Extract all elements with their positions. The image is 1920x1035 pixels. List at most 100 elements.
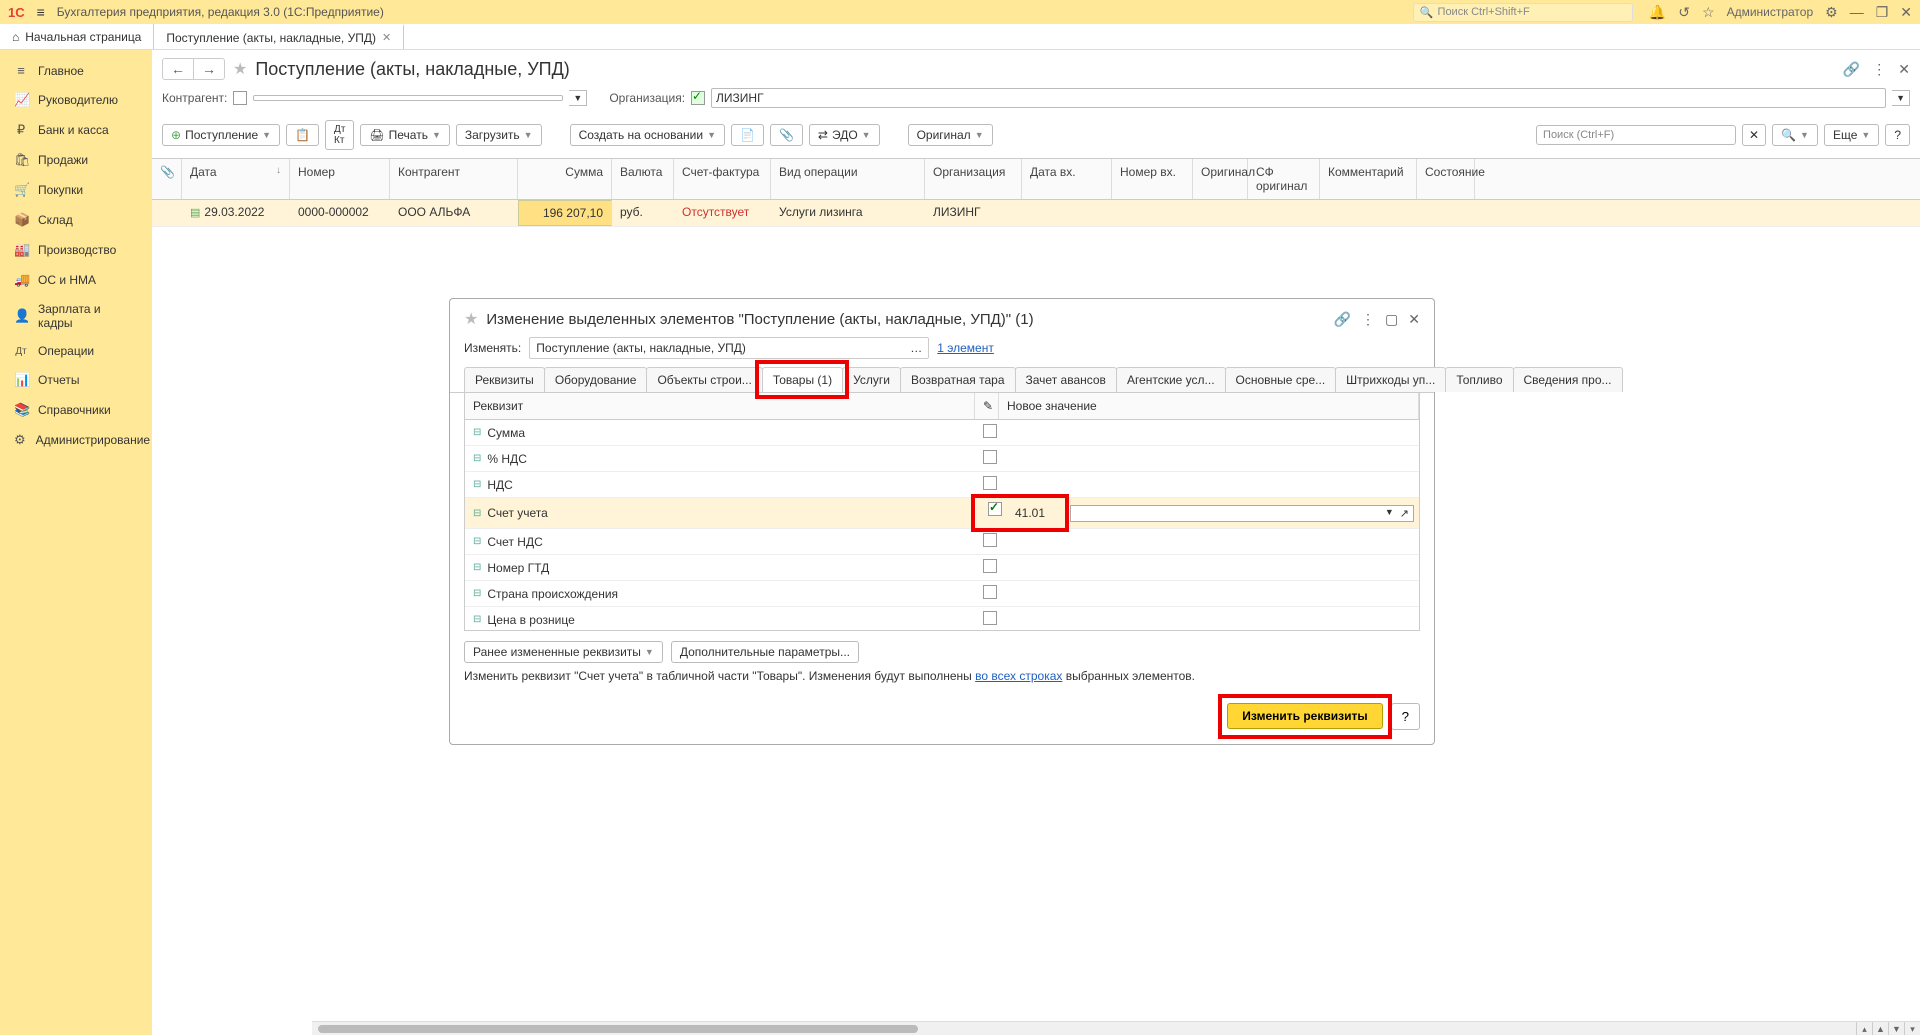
history-icon[interactable]: ↺ <box>1678 4 1690 21</box>
sidebar-item-reports[interactable]: 📊Отчеты <box>0 365 152 395</box>
link-icon[interactable]: 🔗 <box>1843 61 1860 78</box>
dialog-tab[interactable]: Оборудование <box>544 367 648 392</box>
form-close-icon[interactable]: ✕ <box>1898 61 1910 78</box>
sidebar-item-manager[interactable]: 📈Руководителю <box>0 85 152 115</box>
find-button[interactable]: 🔍▼ <box>1772 124 1818 146</box>
edo-button[interactable]: ⇄ЭДО▼ <box>809 124 880 146</box>
search-clear-button[interactable]: ✕ <box>1742 124 1766 146</box>
edit-checkbox[interactable] <box>983 585 997 599</box>
copy-button[interactable]: 📋 <box>286 124 319 146</box>
col-invoice[interactable]: Счет-фактура <box>674 159 771 199</box>
scroll-bottom-icon[interactable]: ▾ <box>1904 1022 1920 1035</box>
change-requisites-button[interactable]: Изменить реквизиты <box>1227 703 1382 729</box>
dialog-tab[interactable]: Товары (1) <box>762 367 843 392</box>
dialog-tab[interactable]: Объекты строи... <box>646 367 762 392</box>
scroll-thumb[interactable] <box>318 1025 918 1033</box>
open-icon[interactable]: ↗ <box>1400 507 1409 520</box>
minimize-icon[interactable]: — <box>1850 4 1864 20</box>
additional-params-button[interactable]: Дополнительные параметры... <box>671 641 859 663</box>
grid-row[interactable]: ▤29.03.2022 0000-000002 ООО АЛЬФА 196 20… <box>152 200 1920 227</box>
nav-forward-icon[interactable]: → <box>194 59 224 79</box>
attribute-row[interactable]: ⊟Счет учета41.01▼↗ <box>465 498 1419 529</box>
create-button[interactable]: ⊕Поступление▼ <box>162 124 280 146</box>
scroll-up-icon[interactable]: ▲ <box>1872 1022 1888 1035</box>
col-date[interactable]: Дата↓ <box>182 159 290 199</box>
edit-checkbox[interactable] <box>983 476 997 490</box>
tab-home[interactable]: ⌂ Начальная страница <box>0 24 154 49</box>
sidebar-item-catalogs[interactable]: 📚Справочники <box>0 395 152 425</box>
col-org[interactable]: Организация <box>925 159 1022 199</box>
edit-checkbox[interactable] <box>983 611 997 625</box>
edit-checkbox[interactable] <box>983 424 997 438</box>
col-new-value[interactable]: Новое значение <box>999 393 1419 419</box>
attribute-row[interactable]: ⊟Номер ГТД <box>465 555 1419 581</box>
dialog-tab[interactable]: Сведения про... <box>1513 367 1623 392</box>
filter-counter-input[interactable] <box>253 95 563 101</box>
createbase-button[interactable]: Создать на основании▼ <box>570 124 725 146</box>
filter-org-check[interactable] <box>691 91 705 105</box>
dialog-favorite-icon[interactable]: ★ <box>464 309 478 329</box>
attach-button[interactable]: 📎 <box>770 124 803 146</box>
ellipsis-icon[interactable]: … <box>910 341 922 355</box>
dialog-help-button[interactable]: ? <box>1391 703 1420 730</box>
star-icon[interactable]: ☆ <box>1702 4 1715 21</box>
dropdown-icon[interactable]: ▼ <box>1385 507 1394 520</box>
help-button[interactable]: ? <box>1885 124 1910 146</box>
dtkt-button[interactable]: ДтКт <box>325 120 354 150</box>
attribute-row[interactable]: ⊟Счет НДС <box>465 529 1419 555</box>
scroll-down-icon[interactable]: ▼ <box>1888 1022 1904 1035</box>
global-search-input[interactable]: 🔍 Поиск Ctrl+Shift+F <box>1413 3 1633 22</box>
dialog-tab[interactable]: Агентские усл... <box>1116 367 1226 392</box>
change-input[interactable]: Поступление (акты, накладные, УПД) … <box>529 337 929 359</box>
dialog-tab[interactable]: Услуги <box>842 367 901 392</box>
toolbar-search-input[interactable]: Поиск (Ctrl+F) <box>1536 125 1736 145</box>
col-attach-icon[interactable]: 📎 <box>152 159 182 199</box>
col-currency[interactable]: Валюта <box>612 159 674 199</box>
dialog-tab[interactable]: Зачет авансов <box>1015 367 1117 392</box>
elements-link[interactable]: 1 элемент <box>937 341 994 355</box>
horizontal-scrollbar[interactable]: ▴ ▲ ▼ ▾ <box>312 1021 1920 1035</box>
print-button[interactable]: 🖨Печать▼ <box>360 124 449 146</box>
sidebar-item-warehouse[interactable]: 📦Склад <box>0 205 152 235</box>
dialog-tab[interactable]: Основные сре... <box>1225 367 1337 392</box>
upload-button[interactable]: Загрузить▼ <box>456 124 542 146</box>
sidebar-item-sales[interactable]: 🛍Продажи <box>0 145 152 175</box>
more-icon[interactable]: ⋮ <box>1872 61 1886 78</box>
col-sforig[interactable]: СФ оригинал <box>1248 159 1320 199</box>
dialog-close-icon[interactable]: ✕ <box>1408 311 1420 328</box>
filter-org-dropdown[interactable]: ▼ <box>1892 90 1910 106</box>
all-rows-link[interactable]: во всех строках <box>975 669 1062 683</box>
dialog-maximize-icon[interactable]: ▢ <box>1385 311 1398 328</box>
col-counter[interactable]: Контрагент <box>390 159 518 199</box>
attribute-row[interactable]: ⊟Цена в рознице <box>465 607 1419 630</box>
favorite-icon[interactable]: ★ <box>233 59 247 79</box>
col-edit-icon[interactable]: ✎ <box>975 393 999 419</box>
col-numin[interactable]: Номер вх. <box>1112 159 1193 199</box>
col-sum[interactable]: Сумма <box>518 159 612 199</box>
dialog-tab[interactable]: Реквизиты <box>464 367 545 392</box>
col-number[interactable]: Номер <box>290 159 390 199</box>
dialog-tab[interactable]: Топливо <box>1445 367 1513 392</box>
settings-icon[interactable]: ⚙ <box>1825 4 1838 21</box>
filter-counter-dropdown[interactable]: ▼ <box>569 90 587 106</box>
col-datein[interactable]: Дата вх. <box>1022 159 1112 199</box>
dialog-tab[interactable]: Возвратная тара <box>900 367 1016 392</box>
recently-changed-button[interactable]: Ранее измененные реквизиты▼ <box>464 641 663 663</box>
sidebar-item-salary[interactable]: 👤Зарплата и кадры <box>0 295 152 337</box>
user-name[interactable]: Администратор <box>1727 5 1814 19</box>
dialog-tab[interactable]: Штрихкоды уп... <box>1335 367 1446 392</box>
restore-icon[interactable]: ❐ <box>1876 4 1889 21</box>
edit-checkbox[interactable] <box>983 559 997 573</box>
sidebar-item-purchases[interactable]: 🛒Покупки <box>0 175 152 205</box>
sidebar-item-bank[interactable]: ₽Банк и касса <box>0 115 152 145</box>
filter-org-input[interactable]: ЛИЗИНГ <box>711 88 1886 108</box>
edit-checkbox[interactable] <box>983 533 997 547</box>
dialog-more-icon[interactable]: ⋮ <box>1361 311 1375 328</box>
col-comment[interactable]: Комментарий <box>1320 159 1417 199</box>
more-button[interactable]: Еще▼ <box>1824 124 1879 146</box>
close-icon[interactable]: ✕ <box>1900 4 1912 21</box>
nav-back-icon[interactable]: ← <box>163 59 194 79</box>
original-button[interactable]: Оригинал▼ <box>908 124 993 146</box>
tab-active[interactable]: Поступление (акты, накладные, УПД) ✕ <box>154 24 404 49</box>
dialog-link-icon[interactable]: 🔗 <box>1334 311 1351 328</box>
